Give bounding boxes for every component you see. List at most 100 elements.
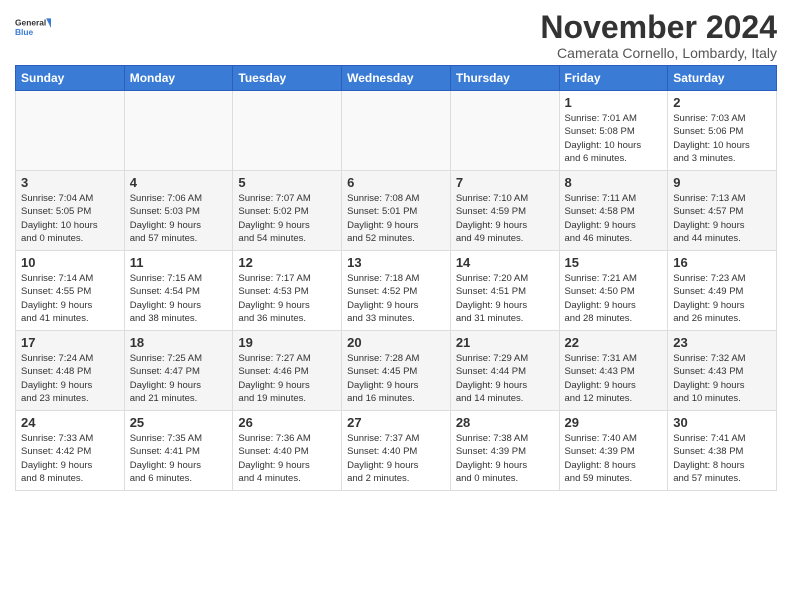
calendar-cell: 8 Sunrise: 7:11 AMSunset: 4:58 PMDaylight… [559, 171, 668, 251]
calendar-cell: 4 Sunrise: 7:06 AMSunset: 5:03 PMDaylight… [124, 171, 233, 251]
day-info: Sunrise: 7:32 AMSunset: 4:43 PMDaylight:… [673, 352, 771, 405]
calendar-cell: 27 Sunrise: 7:37 AMSunset: 4:40 PMDayligh… [342, 411, 451, 491]
day-info: Sunrise: 7:03 AMSunset: 5:06 PMDaylight:… [673, 112, 771, 165]
calendar-cell: 21Sunrise: 7:29 AMSunset: 4:44 PMDayligh… [450, 331, 559, 411]
calendar-cell: 25 Sunrise: 7:35 AMSunset: 4:41 PMDayligh… [124, 411, 233, 491]
calendar-cell: 24 Sunrise: 7:33 AMSunset: 4:42 PMDayligh… [16, 411, 125, 491]
calendar-cell: 22 Sunrise: 7:31 AMSunset: 4:43 PMDayligh… [559, 331, 668, 411]
day-number: 20 [347, 335, 445, 350]
weekday-header: Sunday [16, 66, 125, 91]
svg-text:Blue: Blue [15, 27, 34, 37]
calendar-cell: 20 Sunrise: 7:28 AMSunset: 4:45 PMDayligh… [342, 331, 451, 411]
day-info: Sunrise: 7:15 AMSunset: 4:54 PMDaylight:… [130, 272, 228, 325]
calendar-cell: 5Sunrise: 7:07 AMSunset: 5:02 PMDaylight… [233, 171, 342, 251]
day-info: Sunrise: 7:10 AMSunset: 4:59 PMDaylight:… [456, 192, 554, 245]
day-number: 9 [673, 175, 771, 190]
calendar-cell: 10 Sunrise: 7:14 AMSunset: 4:55 PMDayligh… [16, 251, 125, 331]
day-number: 2 [673, 95, 771, 110]
calendar-cell: 15 Sunrise: 7:21 AMSunset: 4:50 PMDayligh… [559, 251, 668, 331]
day-info: Sunrise: 7:29 AMSunset: 4:44 PMDaylight:… [456, 352, 554, 405]
calendar-cell: 3 Sunrise: 7:04 AMSunset: 5:05 PMDaylight… [16, 171, 125, 251]
calendar-cell: 28Sunrise: 7:38 AMSunset: 4:39 PMDayligh… [450, 411, 559, 491]
day-number: 6 [347, 175, 445, 190]
day-info: Sunrise: 7:01 AMSunset: 5:08 PMDaylight:… [565, 112, 663, 165]
day-number: 4 [130, 175, 228, 190]
day-number: 16 [673, 255, 771, 270]
calendar-cell [233, 91, 342, 171]
svg-text:General: General [15, 18, 46, 28]
day-info: Sunrise: 7:33 AMSunset: 4:42 PMDaylight:… [21, 432, 119, 485]
calendar-cell: 2 Sunrise: 7:03 AMSunset: 5:06 PMDaylight… [668, 91, 777, 171]
day-number: 26 [238, 415, 336, 430]
day-info: Sunrise: 7:20 AMSunset: 4:51 PMDaylight:… [456, 272, 554, 325]
day-number: 8 [565, 175, 663, 190]
weekday-header: Tuesday [233, 66, 342, 91]
month-title: November 2024 [540, 10, 777, 45]
day-number: 14 [456, 255, 554, 270]
calendar-cell: 14 Sunrise: 7:20 AMSunset: 4:51 PMDayligh… [450, 251, 559, 331]
calendar-cell: 30 Sunrise: 7:41 AMSunset: 4:38 PMDayligh… [668, 411, 777, 491]
day-number: 24 [21, 415, 119, 430]
day-info: Sunrise: 7:14 AMSunset: 4:55 PMDaylight:… [21, 272, 119, 325]
day-info: Sunrise: 7:25 AMSunset: 4:47 PMDaylight:… [130, 352, 228, 405]
day-info: Sunrise: 7:23 AMSunset: 4:49 PMDaylight:… [673, 272, 771, 325]
calendar-cell: 18 Sunrise: 7:25 AMSunset: 4:47 PMDayligh… [124, 331, 233, 411]
weekday-header: Thursday [450, 66, 559, 91]
day-info: Sunrise: 7:18 AMSunset: 4:52 PMDaylight:… [347, 272, 445, 325]
calendar-cell: 17 Sunrise: 7:24 AMSunset: 4:48 PMDayligh… [16, 331, 125, 411]
calendar-cell: 13 Sunrise: 7:18 AMSunset: 4:52 PMDayligh… [342, 251, 451, 331]
day-number: 25 [130, 415, 228, 430]
weekday-header: Monday [124, 66, 233, 91]
day-number: 19 [238, 335, 336, 350]
day-number: 3 [21, 175, 119, 190]
day-info: Sunrise: 7:36 AMSunset: 4:40 PMDaylight:… [238, 432, 336, 485]
title-block: November 2024 Camerata Cornello, Lombard… [540, 10, 777, 61]
day-info: Sunrise: 7:41 AMSunset: 4:38 PMDaylight:… [673, 432, 771, 485]
calendar-cell: 19 Sunrise: 7:27 AMSunset: 4:46 PMDayligh… [233, 331, 342, 411]
weekday-header: Friday [559, 66, 668, 91]
day-info: Sunrise: 7:13 AMSunset: 4:57 PMDaylight:… [673, 192, 771, 245]
day-number: 13 [347, 255, 445, 270]
day-info: Sunrise: 7:21 AMSunset: 4:50 PMDaylight:… [565, 272, 663, 325]
day-number: 15 [565, 255, 663, 270]
day-number: 1 [565, 95, 663, 110]
day-number: 30 [673, 415, 771, 430]
weekday-header: Wednesday [342, 66, 451, 91]
day-info: Sunrise: 7:27 AMSunset: 4:46 PMDaylight:… [238, 352, 336, 405]
calendar-cell: 1 Sunrise: 7:01 AMSunset: 5:08 PMDaylight… [559, 91, 668, 171]
calendar-table: SundayMondayTuesdayWednesdayThursdayFrid… [15, 65, 777, 491]
day-info: Sunrise: 7:24 AMSunset: 4:48 PMDaylight:… [21, 352, 119, 405]
calendar-cell: 7 Sunrise: 7:10 AMSunset: 4:59 PMDaylight… [450, 171, 559, 251]
day-info: Sunrise: 7:11 AMSunset: 4:58 PMDaylight:… [565, 192, 663, 245]
calendar-cell [450, 91, 559, 171]
calendar-cell: 16 Sunrise: 7:23 AMSunset: 4:49 PMDayligh… [668, 251, 777, 331]
day-info: Sunrise: 7:17 AMSunset: 4:53 PMDaylight:… [238, 272, 336, 325]
day-info: Sunrise: 7:31 AMSunset: 4:43 PMDaylight:… [565, 352, 663, 405]
day-info: Sunrise: 7:38 AMSunset: 4:39 PMDaylight:… [456, 432, 554, 485]
calendar-cell [342, 91, 451, 171]
day-number: 18 [130, 335, 228, 350]
day-number: 27 [347, 415, 445, 430]
calendar-cell [16, 91, 125, 171]
calendar-cell: 11 Sunrise: 7:15 AMSunset: 4:54 PMDayligh… [124, 251, 233, 331]
day-info: Sunrise: 7:04 AMSunset: 5:05 PMDaylight:… [21, 192, 119, 245]
day-number: 7 [456, 175, 554, 190]
calendar-cell: 6 Sunrise: 7:08 AMSunset: 5:01 PMDaylight… [342, 171, 451, 251]
day-info: Sunrise: 7:28 AMSunset: 4:45 PMDaylight:… [347, 352, 445, 405]
day-number: 11 [130, 255, 228, 270]
day-number: 29 [565, 415, 663, 430]
day-info: Sunrise: 7:37 AMSunset: 4:40 PMDaylight:… [347, 432, 445, 485]
day-info: Sunrise: 7:06 AMSunset: 5:03 PMDaylight:… [130, 192, 228, 245]
day-info: Sunrise: 7:08 AMSunset: 5:01 PMDaylight:… [347, 192, 445, 245]
calendar-cell: 26 Sunrise: 7:36 AMSunset: 4:40 PMDayligh… [233, 411, 342, 491]
day-info: Sunrise: 7:40 AMSunset: 4:39 PMDaylight:… [565, 432, 663, 485]
logo: General Blue [15, 10, 51, 46]
weekday-header: Saturday [668, 66, 777, 91]
day-number: 10 [21, 255, 119, 270]
day-info: Sunrise: 7:07 AMSunset: 5:02 PMDaylight:… [238, 192, 336, 245]
day-number: 12 [238, 255, 336, 270]
day-info: Sunrise: 7:35 AMSunset: 4:41 PMDaylight:… [130, 432, 228, 485]
day-number: 22 [565, 335, 663, 350]
day-number: 17 [21, 335, 119, 350]
calendar-cell: 23Sunrise: 7:32 AMSunset: 4:43 PMDayligh… [668, 331, 777, 411]
